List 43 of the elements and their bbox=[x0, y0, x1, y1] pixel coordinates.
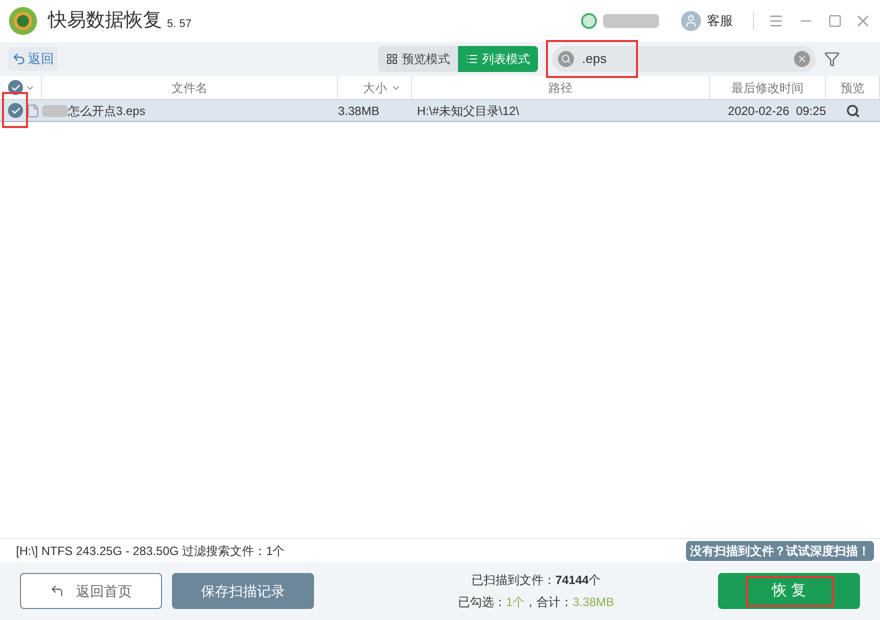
save-scan-button[interactable]: 保存扫描记录 bbox=[172, 573, 314, 609]
view-mode-tab[interactable]: 预览模式 bbox=[378, 46, 458, 72]
return-arrow-icon bbox=[50, 584, 64, 598]
check-icon bbox=[10, 106, 20, 116]
app-logo-icon bbox=[8, 6, 38, 36]
file-row[interactable]: 怎么开点3.eps 3.38MB H:\#未知父目录\12\ 2020-02-26 09:25 bbox=[0, 100, 880, 122]
column-header[interactable]: 路径 bbox=[548, 78, 572, 96]
file-name: 怎么开点3.eps bbox=[68, 102, 146, 120]
column-header[interactable]: 预览 bbox=[840, 78, 864, 96]
check-icon bbox=[10, 82, 20, 92]
recover-button[interactable]: 恢 复 bbox=[718, 573, 860, 609]
redaction-blur bbox=[603, 14, 659, 28]
column-header[interactable]: 大小 bbox=[363, 78, 387, 96]
search-value: .eps bbox=[582, 50, 608, 68]
deep-scan-link[interactable]: 没有扫描到文件？试试深度扫描！ bbox=[686, 540, 874, 560]
file-icon bbox=[26, 104, 40, 118]
version-label: 5. 57 bbox=[167, 16, 192, 32]
filter-icon[interactable] bbox=[824, 51, 840, 67]
row-checkbox[interactable] bbox=[8, 103, 23, 118]
status-icon bbox=[581, 13, 597, 29]
window-title: 快易数据恢复 bbox=[48, 8, 162, 33]
clear-search-icon[interactable] bbox=[794, 51, 810, 67]
column-header[interactable]: 最后修改时间 bbox=[732, 78, 804, 96]
redaction-blur bbox=[42, 104, 68, 116]
home-button[interactable]: 返回首页 bbox=[20, 573, 162, 609]
file-size: 3.38MB bbox=[338, 104, 380, 118]
back-arrow-icon bbox=[12, 52, 26, 66]
file-path: H:\#未知父目录\12\ bbox=[417, 104, 520, 118]
view-mode-tab[interactable]: 列表模式 bbox=[458, 46, 538, 72]
preview-icon[interactable] bbox=[846, 104, 860, 118]
column-header[interactable]: 文件名 bbox=[172, 78, 208, 96]
status-text: [H:\] NTFS 243.25G - 283.50G 过滤搜索文件：1个 bbox=[16, 542, 285, 560]
scanned-count: 已扫描到文件：74144个 bbox=[471, 572, 601, 589]
support-button[interactable]: 客服 bbox=[707, 11, 733, 31]
selected-summary: 已勾选：1个，合计：3.38MB bbox=[458, 594, 614, 611]
search-icon bbox=[561, 54, 571, 64]
modified-time: 2020-02-26 09:25 bbox=[728, 104, 826, 118]
grid-icon bbox=[386, 53, 398, 65]
back-button[interactable]: 返回 bbox=[8, 47, 58, 71]
maximize-icon[interactable] bbox=[828, 14, 842, 28]
menu-icon[interactable] bbox=[768, 13, 784, 29]
search-field[interactable]: .eps bbox=[552, 46, 816, 72]
support-avatar-icon bbox=[681, 11, 701, 31]
